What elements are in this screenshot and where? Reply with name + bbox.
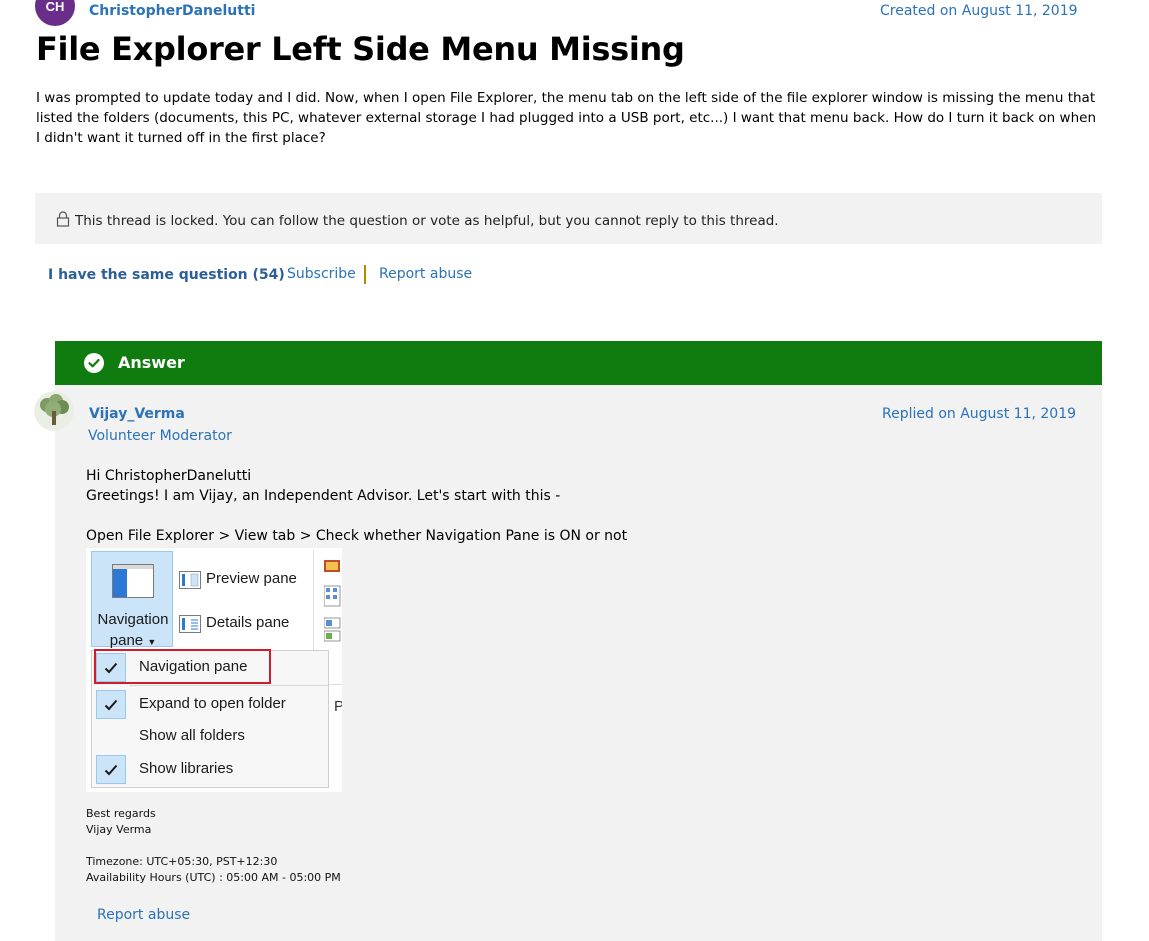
- highlight-box: [94, 649, 271, 684]
- reply-author-avatar[interactable]: [34, 391, 74, 431]
- navigation-pane-button: Navigation pane ▼: [91, 551, 173, 649]
- reply-intro: Greetings! I am Vijay, an Independent Ad…: [86, 488, 561, 504]
- ribbon-separator: [313, 550, 314, 650]
- tree-icon: [34, 391, 74, 431]
- author-avatar[interactable]: CH: [35, 0, 75, 26]
- answer-header: Answer: [55, 341, 1102, 385]
- page-title: File Explorer Left Side Menu Missing: [36, 30, 685, 68]
- created-date: Created on August 11, 2019: [880, 3, 1078, 19]
- menu-item-expand-to-open-folder: Expand to open folder: [92, 689, 328, 720]
- locked-notice: This thread is locked. You can follow th…: [35, 193, 1102, 244]
- menu-item-show-all-folders: Show all folders: [92, 721, 328, 752]
- menu-item-show-libraries: Show libraries: [92, 754, 328, 785]
- check-icon: [96, 755, 126, 784]
- lock-icon: [56, 211, 70, 227]
- subscribe-link[interactable]: Subscribe: [287, 266, 356, 282]
- reply-instruction: Open File Explorer > View tab > Check wh…: [86, 528, 628, 544]
- menu-item-label: Expand to open folder: [139, 695, 286, 712]
- signature-line: Best regards: [86, 807, 156, 820]
- check-icon: [96, 690, 126, 719]
- menu-separator: [129, 685, 328, 686]
- signature-availability: Availability Hours (UTC) : 05:00 AM - 05…: [86, 871, 341, 884]
- layout-icons: [324, 560, 341, 642]
- reply-greeting: Hi ChristopherDanelutti: [86, 468, 252, 484]
- preview-pane-icon: [179, 571, 201, 589]
- reply-author-name-link[interactable]: Vijay_Verma: [89, 406, 185, 422]
- ribbon-partial-text: P: [334, 698, 342, 715]
- check-circle-icon: [84, 353, 104, 373]
- navigation-pane-button-label: Navigation pane ▼: [97, 611, 169, 649]
- menu-item-label: Show libraries: [139, 760, 234, 777]
- answer-label: Answer: [118, 353, 185, 372]
- same-question-button[interactable]: I have the same question (54): [48, 267, 285, 283]
- ribbon-screenshot: Navigation pane ▼ Preview pane Details p…: [86, 548, 342, 792]
- question-body: I was prompted to update today and I did…: [36, 90, 1096, 146]
- actions-divider: [364, 265, 366, 284]
- menu-item-label: Show all folders: [139, 727, 245, 744]
- signature-name: Vijay Verma: [86, 823, 152, 836]
- details-pane-label: Details pane: [206, 614, 290, 631]
- report-abuse-link[interactable]: Report abuse: [379, 266, 472, 282]
- navigation-pane-icon: [112, 564, 154, 598]
- replied-date: Replied on August 11, 2019: [882, 406, 1077, 422]
- details-pane-icon: [179, 615, 201, 633]
- locked-text: This thread is locked. You can follow th…: [75, 213, 779, 229]
- author-name-link[interactable]: ChristopherDanelutti: [89, 3, 255, 19]
- reply-author-role: Volunteer Moderator: [88, 428, 232, 444]
- signature-timezone: Timezone: UTC+05:30, PST+12:30: [86, 855, 278, 868]
- preview-pane-label: Preview pane: [206, 570, 297, 587]
- report-abuse-link[interactable]: Report abuse: [97, 907, 190, 923]
